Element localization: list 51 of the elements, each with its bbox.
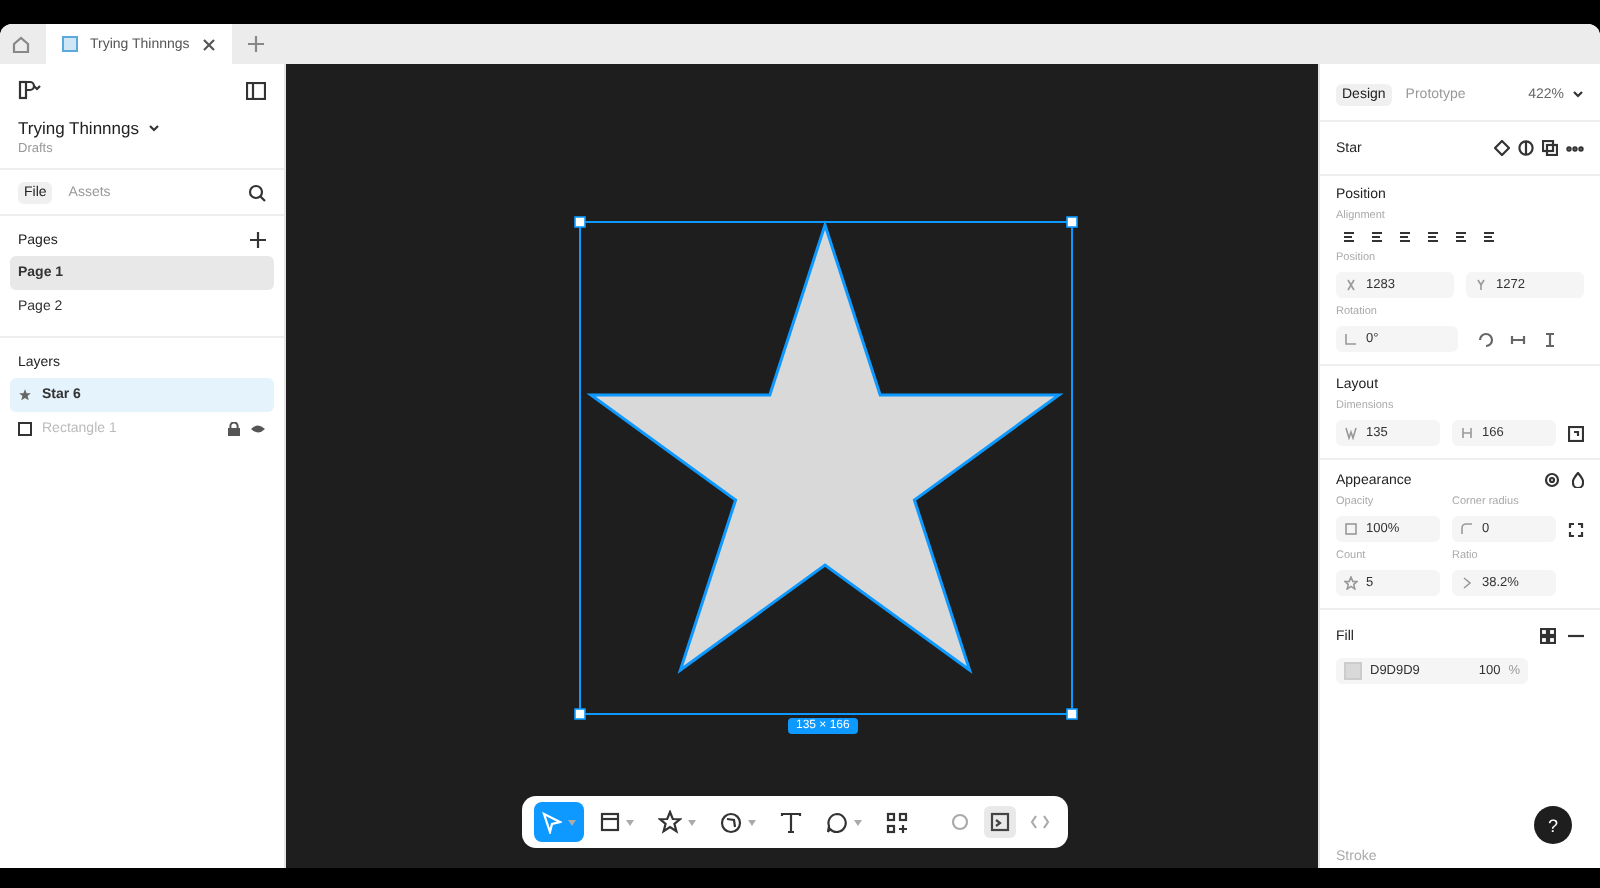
home-icon[interactable] — [12, 35, 30, 53]
sidebar-toggle-icon[interactable] — [246, 81, 266, 99]
drop-icon[interactable] — [1572, 472, 1584, 488]
constrain-icon[interactable] — [1568, 425, 1584, 441]
flip-vertical-icon[interactable] — [1542, 331, 1558, 347]
star-icon[interactable] — [658, 810, 682, 834]
text-tool-icon[interactable] — [780, 811, 802, 833]
corners-icon[interactable] — [1568, 521, 1584, 537]
align-icon[interactable] — [1454, 230, 1468, 244]
opacity-icon — [1344, 522, 1358, 536]
x-axis-icon — [1344, 278, 1358, 292]
chevron-icon[interactable] — [1572, 90, 1584, 98]
more-icon[interactable] — [1566, 145, 1584, 151]
eye-icon[interactable] — [1544, 472, 1560, 488]
new-tab-icon[interactable] — [247, 36, 264, 52]
comment-icon[interactable] — [826, 811, 848, 833]
component-icon[interactable] — [1494, 140, 1510, 156]
frame-icon[interactable] — [600, 812, 620, 832]
code-panel-icon[interactable] — [990, 812, 1010, 832]
frame-icon — [18, 422, 32, 436]
count-icon — [1344, 576, 1358, 590]
align-icon[interactable] — [1426, 230, 1440, 244]
actions-icon[interactable] — [886, 811, 908, 833]
eye-icon[interactable] — [250, 424, 266, 434]
styles-icon[interactable] — [1540, 628, 1556, 644]
file-icon — [62, 36, 78, 52]
align-icon[interactable] — [1398, 230, 1412, 244]
star-icon — [18, 388, 32, 402]
cursor-icon[interactable] — [542, 811, 562, 833]
add-page-icon[interactable] — [250, 232, 266, 248]
close-icon[interactable] — [201, 37, 216, 51]
align-icon[interactable] — [1342, 230, 1356, 244]
angle-icon — [1344, 332, 1358, 346]
search-icon[interactable] — [248, 183, 266, 201]
rotate-icon[interactable] — [1478, 331, 1494, 347]
chevron-icon[interactable] — [148, 124, 161, 132]
pen-icon[interactable] — [720, 811, 742, 833]
help-button[interactable]: ? — [1534, 806, 1572, 844]
align-icon[interactable] — [1370, 230, 1384, 244]
align-icon[interactable] — [1482, 230, 1496, 244]
y-axis-icon — [1474, 278, 1488, 292]
mask-icon[interactable] — [1518, 140, 1534, 156]
ratio-icon — [1460, 576, 1474, 590]
width-icon — [1344, 426, 1358, 440]
boolean-icon[interactable] — [1542, 140, 1558, 156]
lock-icon[interactable] — [228, 422, 240, 436]
height-icon — [1460, 426, 1474, 440]
flip-horizontal-icon[interactable] — [1510, 331, 1526, 347]
color-swatch[interactable] — [1344, 662, 1362, 680]
corner-icon — [1460, 522, 1474, 536]
file-name[interactable]: Trying Thinnngs — [18, 118, 139, 138]
